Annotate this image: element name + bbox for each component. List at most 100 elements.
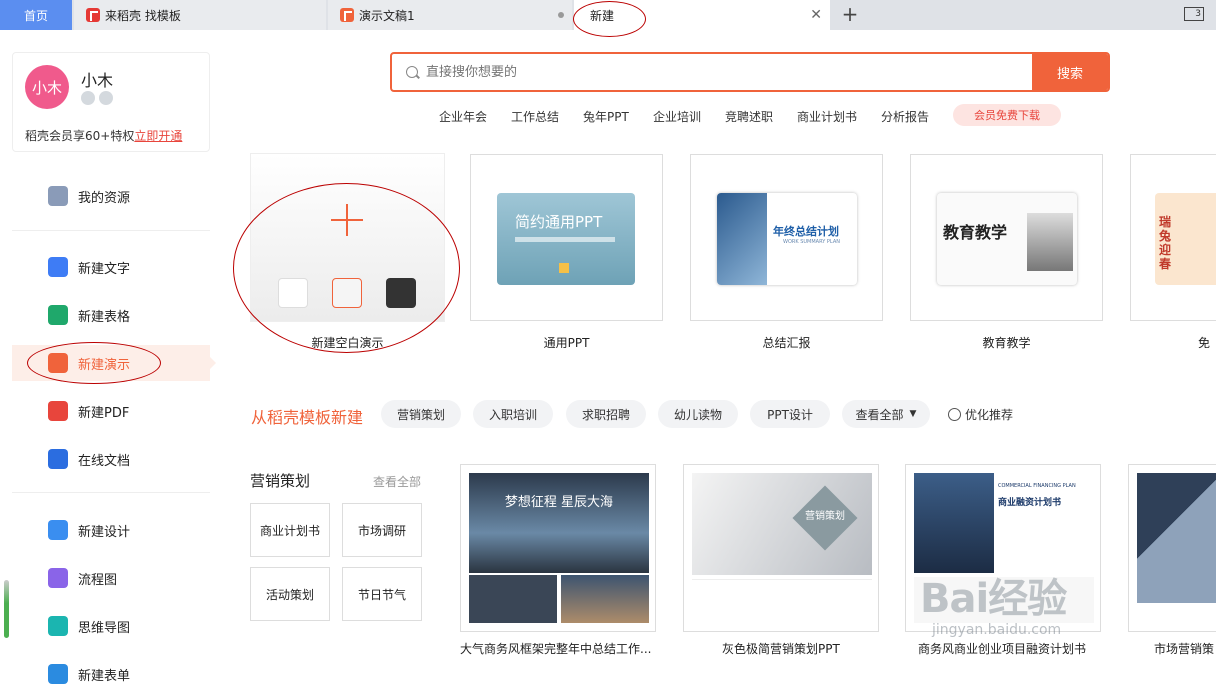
watermark-logo: Bai经验	[920, 576, 1067, 622]
sidebar-item-new-form[interactable]: 新建表单	[12, 656, 210, 692]
sidebar-label: 新建设计	[78, 524, 131, 540]
vip-badge-icon	[99, 91, 113, 105]
sidebar-item-new-sheet[interactable]: 新建表格	[12, 297, 210, 333]
sidebar-label: 新建表格	[78, 309, 131, 325]
template-general-card[interactable]: 简约通用PPT	[470, 154, 663, 321]
card-thumbnail: 营销策划	[692, 473, 872, 575]
promo-label: 稻壳会员享60+特权	[25, 129, 135, 143]
template-thumbnail: 简约通用PPT	[497, 193, 635, 285]
activate-link[interactable]: 立即开通	[134, 129, 182, 143]
sidebar-label: 思维导图	[78, 620, 131, 636]
template-thumbnail: 教育教学	[937, 193, 1077, 285]
subcategory-button[interactable]: 商业计划书	[250, 503, 330, 557]
mindmap-icon	[48, 616, 68, 636]
sidebar-item-new-design[interactable]: 新建设计	[12, 512, 210, 548]
optimize-recommend-button[interactable]: 优化推荐	[948, 406, 1013, 423]
sidebar-item-mindmap[interactable]: 思维导图	[12, 608, 210, 644]
filter-chip[interactable]: 入职培训	[473, 400, 553, 428]
template-caption: 总结汇报	[762, 336, 811, 350]
subcategory-button[interactable]: 活动策划	[250, 567, 330, 621]
profile-card: 小木 小木 稻壳会员享60+特权立即开通	[12, 52, 210, 152]
card-thumb-title: 梦想征程 星辰大海	[504, 495, 614, 510]
filter-chip[interactable]: 求职招聘	[566, 400, 646, 428]
hot-keyword[interactable]: 商业计划书	[797, 108, 857, 125]
writer-icon	[48, 257, 68, 277]
card-thumbnail	[692, 579, 872, 623]
card-thumbnail	[469, 575, 557, 623]
sidebar-item-online-doc[interactable]: 在线文档	[12, 441, 210, 477]
template-card[interactable]: 营销策划	[683, 464, 879, 632]
category-view-all-link[interactable]: 查看全部	[373, 473, 421, 490]
tab-docer-label: 来稻壳 找模板	[105, 8, 181, 23]
tab-home[interactable]: 首页	[0, 0, 72, 30]
divider	[12, 230, 210, 231]
hot-keyword[interactable]: 竞聘述职	[725, 108, 773, 125]
template-caption: 免	[1198, 336, 1211, 350]
sidebar-item-flowchart[interactable]: 流程图	[12, 560, 210, 596]
sidebar-item-new-text[interactable]: 新建文字	[12, 249, 210, 285]
sidebar-item-new-pdf[interactable]: 新建PDF	[12, 393, 210, 429]
template-partial-card[interactable]: 瑞兔迎春	[1130, 154, 1216, 321]
template-thumbnail: 年终总结计划 WORK SUMMARY PLAN	[717, 193, 857, 285]
card-caption: 商务风商业创业项目融资计划书	[918, 642, 1087, 656]
tab-docer[interactable]: 来稻壳 找模板	[74, 0, 326, 30]
filter-chip[interactable]: 营销策划	[381, 400, 461, 428]
subcategory-button[interactable]: 节日节气	[342, 567, 422, 621]
search-icon	[406, 66, 418, 78]
subcategory-button[interactable]: 市场调研	[342, 503, 422, 557]
thumb-subtitle: WORK SUMMARY PLAN	[783, 239, 840, 245]
form-icon	[48, 664, 68, 684]
sidebar-item-resources[interactable]: 我的资源	[12, 178, 210, 214]
thumb-title: 简约通用PPT	[515, 213, 603, 231]
search-button[interactable]: 搜索	[1032, 54, 1108, 90]
thumb-title: 年终总结计划	[773, 225, 839, 238]
card-thumbnail	[561, 575, 649, 623]
progress-decor	[515, 237, 615, 242]
watermark-url: jingyan.baidu.com	[932, 622, 1062, 638]
template-summary-card[interactable]: 年终总结计划 WORK SUMMARY PLAN	[690, 154, 883, 321]
sidebar-label: 新建PDF	[78, 405, 130, 421]
window-count: 3	[1195, 9, 1201, 19]
scroll-indicator[interactable]	[4, 580, 9, 638]
sidebar-label: 在线文档	[78, 453, 131, 469]
hot-keyword[interactable]: 兔年PPT	[583, 108, 629, 125]
window-count-button[interactable]: 3	[1184, 7, 1204, 21]
close-tab-icon[interactable]: ✕	[810, 7, 822, 23]
sidebar-label: 新建表单	[78, 668, 131, 684]
hot-keyword[interactable]: 企业培训	[653, 108, 701, 125]
card-caption: 市场营销策	[1154, 642, 1215, 656]
sheet-icon	[48, 305, 68, 325]
optimize-label: 优化推荐	[965, 408, 1014, 422]
search-input[interactable]	[426, 54, 1026, 90]
view-all-dropdown[interactable]: 查看全部 ▼	[842, 400, 930, 428]
sidebar-label: 新建文字	[78, 261, 131, 277]
tab-home-label: 首页	[23, 8, 48, 23]
search-bar: 搜索	[390, 52, 1110, 92]
pdf-icon	[48, 401, 68, 421]
tab-ppt-doc[interactable]: 演示文稿1	[328, 0, 572, 30]
template-caption: 教育教学	[982, 336, 1031, 350]
card-thumb-subtitle: COMMERCIAL FINANCING PLAN	[998, 483, 1076, 489]
avatar[interactable]: 小木	[25, 65, 69, 109]
filter-chip[interactable]: 幼儿读物	[658, 400, 738, 428]
card-caption: 灰色极简营销策划PPT	[722, 642, 840, 656]
ink-mountain-image	[1027, 213, 1073, 271]
new-tab-icon[interactable]: +	[840, 2, 860, 26]
template-education-card[interactable]: 教育教学	[910, 154, 1103, 321]
view-all-label: 查看全部	[855, 407, 904, 422]
card-thumb-title: 商业融资计划书	[998, 498, 1062, 508]
annotation-circle	[573, 1, 646, 37]
ppt-icon	[340, 8, 354, 22]
filter-chip[interactable]: PPT设计	[750, 400, 830, 428]
template-card[interactable]	[1128, 464, 1216, 632]
thumb-title: 教育教学	[943, 223, 1008, 242]
vip-free-download-button[interactable]: 会员免费下载	[953, 104, 1061, 126]
hot-keyword[interactable]: 分析报告	[881, 108, 929, 125]
star-icon	[48, 186, 68, 206]
cloud-doc-icon	[48, 449, 68, 469]
template-card[interactable]: 梦想征程 星辰大海	[460, 464, 656, 632]
category-title: 营销策划	[250, 472, 311, 490]
hot-keyword[interactable]: 工作总结	[511, 108, 559, 125]
tab-ppt-label: 演示文稿1	[359, 8, 415, 23]
hot-keyword[interactable]: 企业年会	[439, 108, 487, 125]
